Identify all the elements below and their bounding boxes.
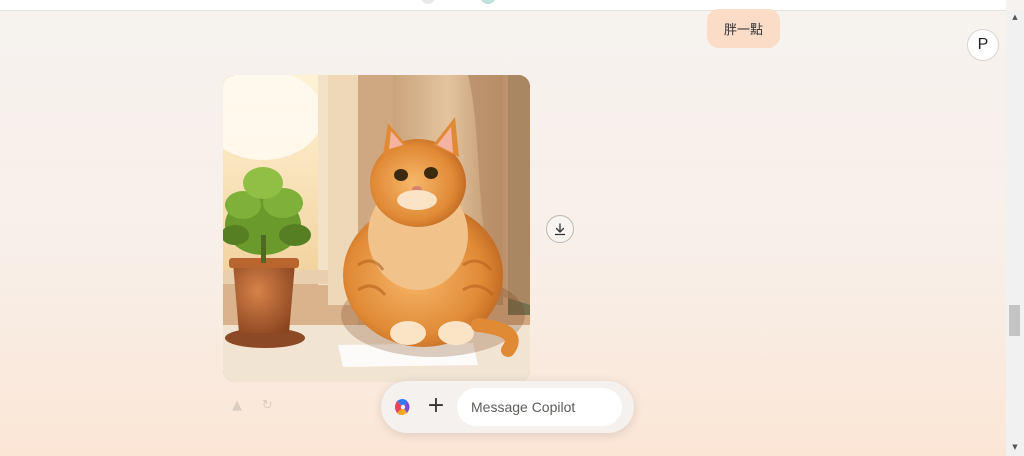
user-message-text: 胖一點 [723, 23, 763, 38]
top-tab-indicator[interactable] [421, 0, 435, 4]
download-button[interactable] [546, 215, 574, 243]
message-input-placeholder: Message Copilot [471, 399, 576, 415]
generated-image[interactable] [223, 75, 530, 382]
thumbs-icon[interactable]: ▲ [232, 398, 242, 413]
avatar-initial: P [977, 36, 989, 53]
vertical-scrollbar[interactable]: ▲ ▼ [1006, 10, 1024, 456]
add-attachment-button[interactable]: + [425, 395, 447, 417]
user-avatar[interactable]: P [967, 29, 999, 61]
top-bar [0, 0, 1006, 11]
scroll-down-arrow-icon[interactable]: ▼ [1006, 440, 1024, 454]
user-message-bubble: 胖一點 [707, 9, 780, 48]
cat-image-illustration [223, 75, 530, 382]
refresh-icon[interactable]: ↻ [262, 398, 273, 413]
message-input[interactable]: Message Copilot [457, 388, 622, 426]
message-action-icons: ▲ ↻ [232, 398, 273, 413]
scrollbar-thumb[interactable] [1009, 305, 1020, 336]
message-composer: + Message Copilot [381, 381, 634, 433]
plus-icon: + [426, 393, 446, 418]
scroll-up-arrow-icon[interactable]: ▲ [1006, 10, 1024, 24]
top-tab-indicator-active[interactable] [480, 0, 496, 4]
download-icon [554, 223, 566, 236]
copilot-logo-icon[interactable] [393, 397, 413, 417]
